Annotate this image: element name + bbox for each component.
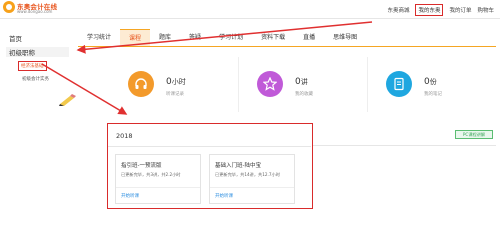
course-card[interactable]: 指引班-一预流版 已更新完毕，共3讲，共2.2小时 开始听课 [115, 154, 201, 204]
tab-study-plan[interactable]: 学习计划 [210, 29, 252, 46]
stat-value: 0讲 [295, 77, 308, 87]
stat-label: 我的收藏 [295, 92, 313, 97]
course-card[interactable]: 基础入门班-陆中宝 已更新完毕，共14讲，共12.7小时 开始听课 [209, 154, 295, 204]
nav-my-dongao-link[interactable]: 我的东奥 [415, 4, 444, 16]
course-title[interactable]: 指引班-一预流版 [121, 161, 162, 169]
divider [116, 187, 200, 188]
tab-live[interactable]: 直播 [294, 29, 324, 46]
course-meta: 已更新完毕，共3讲，共2.2小时 [121, 172, 181, 177]
stat-value: 0小时 [166, 77, 186, 87]
nav-orders-link[interactable]: 我的订单 [449, 6, 471, 14]
tab-study-stats[interactable]: 学习统计 [78, 29, 120, 46]
course-panel: 2018 指引班-一预流版 已更新完毕，共3讲，共2.2小时 开始听课 基础入门… [107, 123, 313, 209]
stat-label: 听课记录 [166, 92, 184, 97]
stat-notes[interactable]: 0份 我的笔记 [368, 57, 496, 112]
sidebar-item-accounting-practice[interactable]: 初级会计实务 [22, 76, 49, 82]
logo-icon[interactable] [3, 1, 15, 13]
tab-qa[interactable]: 答疑 [180, 29, 210, 46]
note-icon [386, 71, 412, 97]
year-tab[interactable]: 2018 [116, 132, 133, 140]
course-meta: 已更新完毕，共14讲，共12.7小时 [215, 172, 280, 177]
stats-row: 0小时 听课记录 0讲 我的收藏 0份 我的笔记 [110, 57, 496, 112]
stat-label: 我的笔记 [424, 92, 442, 97]
logo-url: www.dongao.com [17, 9, 53, 14]
headphones-icon [128, 71, 154, 97]
stat-listening[interactable]: 0小时 听课记录 [110, 57, 239, 112]
sidebar-item-economic-law[interactable]: 经济法基础 [18, 61, 47, 71]
tab-bar: 学习统计 课程 题库 答疑 学习计划 资料下载 直播 思维导图 [78, 29, 496, 47]
tab-mind-map[interactable]: 思维导图 [324, 29, 366, 46]
star-icon [257, 71, 283, 97]
divider [108, 146, 311, 147]
nav-shop-link[interactable]: 东奥商城 [387, 6, 409, 14]
tab-question-bank[interactable]: 题库 [150, 29, 180, 46]
divider [313, 145, 496, 146]
pencil-icon [59, 94, 76, 106]
sidebar-category[interactable]: 初级职称 [6, 47, 69, 57]
start-listening-link[interactable]: 开始听课 [215, 193, 233, 199]
stat-value: 0份 [424, 77, 437, 87]
tab-courses[interactable]: 课程 [120, 29, 151, 46]
pc-course-button[interactable]: PC课程讲解 [455, 130, 493, 139]
divider [210, 187, 294, 188]
top-nav: 东奥商城 我的东奥 我的订单 购物车 [387, 4, 494, 16]
tab-downloads[interactable]: 资料下载 [252, 29, 294, 46]
nav-cart-link[interactable]: 购物车 [477, 6, 494, 14]
course-title[interactable]: 基础入门班-陆中宝 [215, 161, 261, 169]
start-listening-link[interactable]: 开始听课 [121, 193, 139, 199]
stat-favorites[interactable]: 0讲 我的收藏 [239, 57, 368, 112]
top-bar: 东奥会计在线 www.dongao.com 东奥商城 我的东奥 我的订单 购物车 [0, 0, 500, 19]
sidebar: 首页 初级职称 经济法基础 初级会计实务 [0, 28, 76, 226]
sidebar-item-home[interactable]: 首页 [9, 33, 22, 43]
